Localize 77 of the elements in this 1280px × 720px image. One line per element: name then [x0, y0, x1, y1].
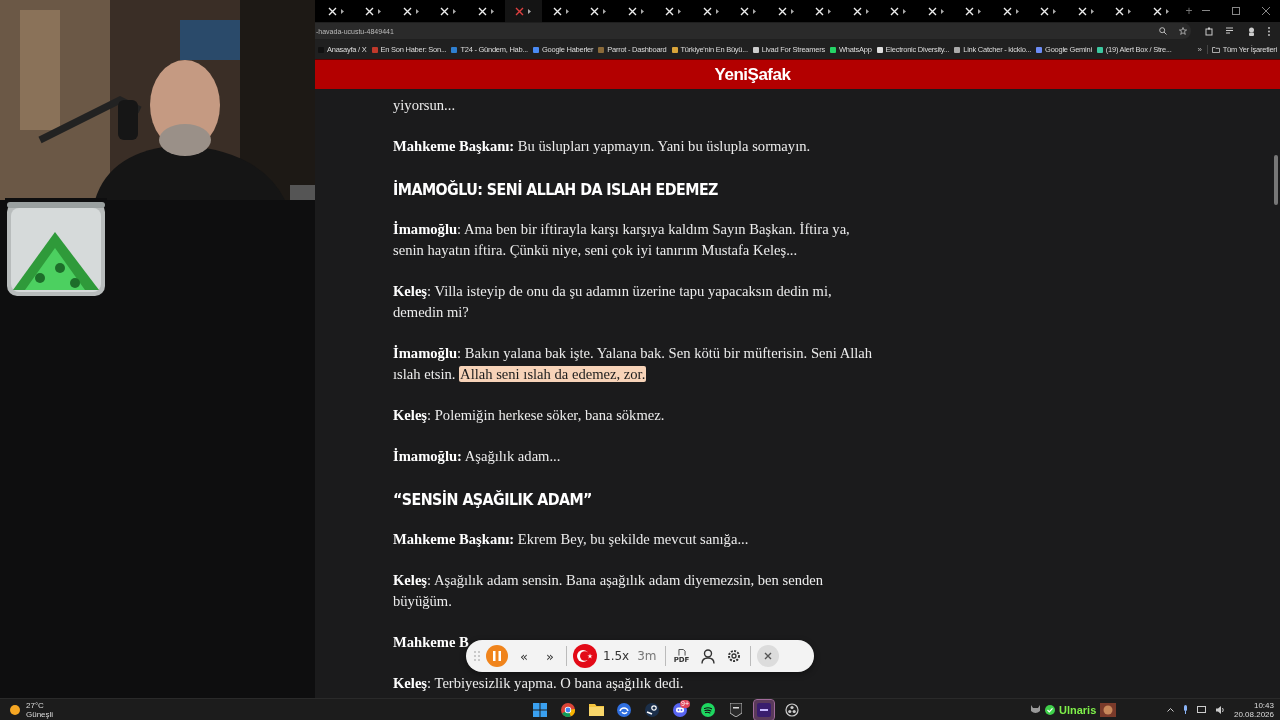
flag-icon[interactable]: [573, 644, 597, 668]
article-paragraph: İmamoğlu: Ama ben bir iftirayla karşı karşıya kaldım Sayın Başkan. İftira ya, senin hayatın iftira. Çünkü niye, seni çok iyi tanırım Mustafa Keleş...: [393, 220, 851, 260]
zoom-icon[interactable]: [1159, 27, 1167, 35]
article-paragraph: Mahkeme B: [393, 633, 469, 652]
highlighted-text: Allah seni ıslah da edemez, zor.: [459, 366, 647, 382]
x-logo-icon: [890, 6, 900, 16]
x-logo-icon: [1002, 6, 1012, 16]
x-logo-icon: [515, 6, 525, 16]
article-heading: İMAMOĞLU: SENİ ALLAH DA ISLAH EDEMEZ: [393, 180, 719, 201]
speed-button[interactable]: 1.5x: [603, 644, 630, 668]
article-heading: “SENSİN AŞAĞILIK ADAM”: [393, 490, 593, 511]
media-icon[interactable]: [1226, 27, 1235, 35]
scrollbar-thumb[interactable]: [1274, 155, 1278, 205]
time-remaining: 3m: [636, 649, 658, 663]
close-button[interactable]: [756, 645, 779, 667]
avatar-icon: [1100, 702, 1117, 717]
article-paragraph: İmamoğlu: Aşağılık adam...: [393, 447, 561, 466]
rewind-button[interactable]: «: [514, 644, 534, 668]
x-logo-icon: [440, 6, 450, 16]
person-icon: [700, 648, 715, 664]
close-icon: [763, 652, 772, 660]
network-icon[interactable]: [1196, 705, 1207, 714]
sun-icon: [10, 704, 20, 715]
article-paragraph: Mahkeme Başkanı: Bu üslupları yapmayın. Yani bu üslupla sormayın.: [393, 137, 811, 156]
x-logo-icon: [777, 6, 787, 16]
x-logo-icon: [552, 6, 562, 16]
volume-icon[interactable]: [1215, 705, 1225, 714]
article-paragraph: Mahkeme Başkanı: Ekrem Bey, bu şekilde mevcut sanığa...: [393, 530, 749, 549]
cat-icon: [1030, 705, 1041, 714]
article-paragraph: Keleş: Polemiğin herkese söker, bana sökmez.: [393, 406, 665, 425]
username: Ulnaris: [1059, 703, 1097, 716]
close-icon[interactable]: [1262, 7, 1270, 15]
new-tab-button[interactable]: +: [1185, 4, 1193, 18]
x-logo-icon: [590, 6, 600, 16]
article-paragraph: yiyorsun...: [393, 96, 456, 115]
x-logo-icon: [402, 6, 412, 16]
x-logo-icon: [965, 6, 975, 16]
x-logo-icon: [740, 6, 750, 16]
article-paragraph: Keleş: Aşağılık adam sensin. Bana aşağılık adam diyemezsin, ben senden büyüğüm.: [393, 571, 824, 611]
verified-icon: [1045, 704, 1055, 715]
clock-time[interactable]: 10:43: [1253, 700, 1274, 710]
x-logo-icon: [1040, 6, 1050, 16]
drag-handle-icon[interactable]: [474, 650, 480, 662]
x-logo-icon: [852, 6, 862, 16]
star-icon[interactable]: [1179, 27, 1187, 35]
x-logo-icon: [815, 6, 825, 16]
browser-tab[interactable]: [504, 0, 542, 22]
extensions-icon[interactable]: [1205, 26, 1214, 36]
document-icon: [677, 648, 686, 656]
x-logo-icon: [1115, 6, 1125, 16]
x-logo-icon: [665, 6, 675, 16]
weather-condition: Güneşli: [26, 709, 54, 719]
clock-date[interactable]: 20.08.2026: [1233, 709, 1274, 719]
restore-icon[interactable]: [1232, 7, 1240, 15]
forward-button[interactable]: »: [540, 644, 560, 668]
minimize-icon[interactable]: [1202, 10, 1210, 12]
microphone-icon[interactable]: [1182, 705, 1188, 714]
x-logo-icon: [927, 6, 937, 16]
x-logo-icon: [477, 6, 487, 16]
article-paragraph: Keleş: Terbiyesizlik yapma. O bana aşağılık dedi.: [393, 674, 684, 693]
profile-icon[interactable]: [1247, 26, 1256, 36]
x-logo-icon: [702, 6, 712, 16]
gear-icon: [726, 649, 741, 663]
x-logo-icon: [327, 6, 337, 16]
x-logo-icon: [365, 6, 375, 16]
x-logo-icon: [627, 6, 637, 16]
site-logo[interactable]: YeniŞafak: [714, 64, 791, 85]
temperature: 27°C: [26, 700, 45, 710]
bookmarks-overflow-button[interactable]: »: [1197, 45, 1202, 54]
x-logo-icon: [1152, 6, 1162, 16]
chevron-up-icon[interactable]: [1166, 707, 1174, 712]
pause-icon: [493, 651, 501, 661]
folder-icon: [1211, 46, 1220, 53]
article-paragraph: İmamoğlu: Bakın yalana bak işte. Yalana bak. Sen kötü bir müfterisin. Seni Allah ıslah etsin. Allah seni ıslah da edemez, zor.: [393, 344, 874, 384]
x-logo-icon: [1077, 6, 1087, 16]
pause-button[interactable]: [486, 645, 508, 667]
article-paragraph: Keleş: Villa isteyip de onu da şu adamın üzerine tapu yapacaksın dedin mi, demedin mi?: [393, 282, 833, 322]
